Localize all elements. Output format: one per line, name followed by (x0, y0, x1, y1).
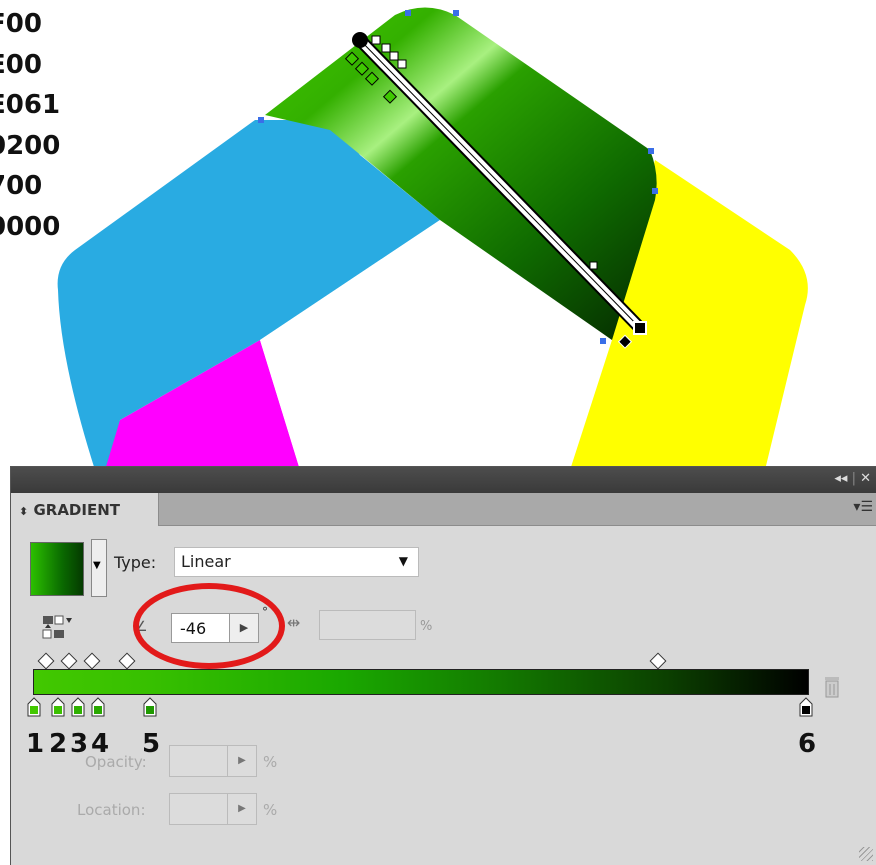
hex-code: E061 (0, 90, 61, 120)
opacity-unit: % (263, 753, 278, 771)
hex-code-list: F00 E00 E061 0200 700 0000 (0, 4, 60, 247)
midpoint-marker[interactable] (60, 652, 78, 670)
gradient-panel: ◂◂ | ✕ ⬍ GRADIENT ▾☰ ▼ Type: Linear ▼ ∠ … (10, 466, 876, 865)
color-stop[interactable] (91, 697, 105, 717)
panel-controls: ◂◂ | ✕ (834, 471, 871, 486)
opacity-input[interactable]: ▶ (169, 745, 257, 777)
close-icon[interactable]: ✕ (860, 471, 871, 486)
gradient-swatch[interactable] (30, 542, 84, 596)
gradient-slider[interactable] (33, 669, 809, 695)
artwork-canvas (57, 7, 808, 470)
stop-label: 1 (26, 729, 45, 759)
opacity-label: Opacity: (85, 753, 147, 771)
color-stop[interactable] (799, 697, 813, 717)
panel-menu-icon[interactable]: ▾☰ (853, 499, 873, 515)
panel-titlebar[interactable]: ◂◂ | ✕ (11, 467, 876, 493)
hex-code: 700 (0, 171, 43, 201)
reverse-gradient-icon[interactable] (42, 614, 74, 642)
color-stop[interactable] (27, 697, 41, 717)
tab-label: GRADIENT (33, 501, 120, 519)
type-select[interactable]: Linear ▼ (174, 547, 419, 577)
type-value: Linear (181, 552, 231, 571)
aspect-ratio-icon: ⇹ (287, 613, 301, 632)
midpoint-marker[interactable] (37, 652, 55, 670)
midpoint-marker[interactable] (649, 652, 667, 670)
tab-toggle-icon: ⬍ (19, 505, 29, 518)
color-stop[interactable] (71, 697, 85, 717)
location-input[interactable]: ▶ (169, 793, 257, 825)
midpoint-marker[interactable] (118, 652, 136, 670)
tab-row: ⬍ GRADIENT ▾☰ (11, 493, 876, 526)
trash-icon[interactable] (822, 675, 842, 699)
midpoint-marker[interactable] (83, 652, 101, 670)
double-chevron-icon[interactable]: ◂◂ (834, 471, 847, 486)
color-stop[interactable] (51, 697, 65, 717)
chevron-down-icon: ▼ (93, 560, 101, 571)
opacity-dropdown-arrow[interactable]: ▶ (227, 746, 256, 776)
tab-gradient[interactable]: ⬍ GRADIENT (11, 493, 159, 526)
stop-label: 2 (49, 729, 68, 759)
location-dropdown-arrow[interactable]: ▶ (227, 794, 256, 824)
chevron-down-icon: ▼ (398, 554, 408, 568)
location-label: Location: (77, 801, 146, 819)
hex-code: E00 (0, 49, 42, 80)
aspect-unit: % (420, 619, 433, 634)
type-label: Type: (114, 553, 157, 572)
hex-code: 0000 (0, 211, 61, 242)
resize-grip[interactable] (859, 847, 873, 861)
swatch-dropdown[interactable]: ▼ (91, 539, 107, 597)
stop-label: 6 (798, 729, 817, 759)
location-unit: % (263, 801, 278, 819)
hex-code: 0200 (0, 130, 61, 161)
color-stop[interactable] (143, 697, 157, 717)
highlight-circle (133, 583, 285, 669)
hex-code: F00 (0, 9, 42, 39)
aspect-ratio-input[interactable] (319, 610, 416, 640)
